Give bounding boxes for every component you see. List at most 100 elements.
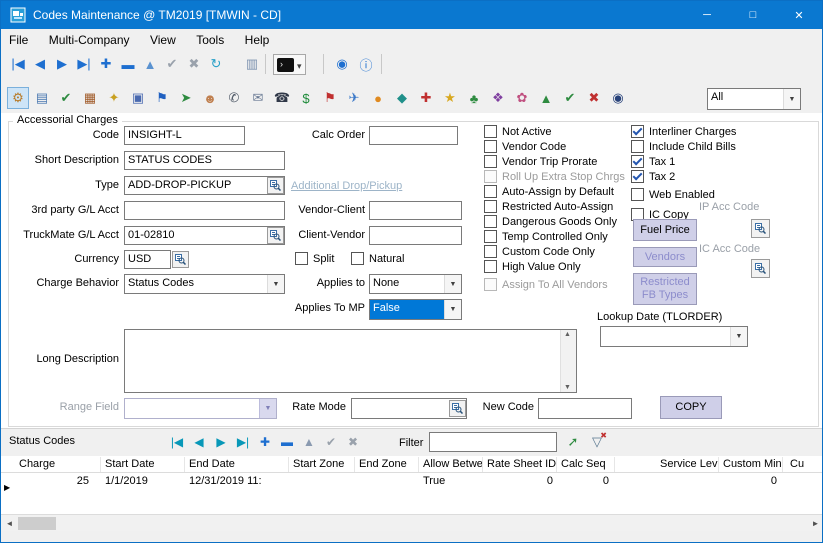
third-party-gl-field[interactable] bbox=[124, 201, 285, 220]
last-record-icon[interactable]: ▶| bbox=[73, 53, 95, 75]
applies-to-select[interactable]: None bbox=[369, 274, 462, 294]
info-icon[interactable]: ⓘ bbox=[355, 53, 377, 75]
dial-icon[interactable]: ✆ bbox=[223, 87, 245, 109]
refresh-icon[interactable]: ↻ bbox=[205, 53, 227, 75]
checkbox-auto-assign-by-default[interactable]: Auto-Assign by Default bbox=[484, 184, 614, 199]
horizontal-scrollbar[interactable] bbox=[1, 514, 823, 531]
clear-filter-icon[interactable]: ▽ ✖ bbox=[587, 432, 607, 452]
checkbox-custom-code-only[interactable]: Custom Code Only bbox=[484, 244, 595, 259]
checkbox-vendor-trip-prorate[interactable]: Vendor Trip Prorate bbox=[484, 154, 597, 169]
star-icon[interactable]: ★ bbox=[439, 87, 461, 109]
checkbox-tax1[interactable]: Tax 1 bbox=[631, 154, 675, 169]
checkbox-dangerous-goods-only[interactable]: Dangerous Goods Only bbox=[484, 214, 617, 229]
column-header-start-zone[interactable]: Start Zone bbox=[289, 457, 355, 473]
club-icon[interactable]: ♣ bbox=[463, 87, 485, 109]
checkbox-interliner-charges[interactable]: Interliner Charges bbox=[631, 124, 736, 139]
lookup-date-select[interactable] bbox=[600, 326, 748, 347]
checkbox-tax2[interactable]: Tax 2 bbox=[631, 169, 675, 184]
nav-first-icon[interactable]: |◀ bbox=[166, 431, 188, 453]
next-record-icon[interactable]: ▶ bbox=[51, 53, 73, 75]
checkbox-restricted-auto-assign[interactable]: Restricted Auto-Assign bbox=[484, 199, 613, 214]
nav-insert-icon[interactable]: ✚ bbox=[254, 431, 276, 453]
checkbox-not-active[interactable]: Not Active bbox=[484, 124, 552, 139]
target-icon[interactable]: ◉ bbox=[607, 87, 629, 109]
user-icon[interactable]: ☻ bbox=[199, 87, 221, 109]
long-description-field[interactable] bbox=[124, 329, 577, 393]
dot-icon[interactable]: ● bbox=[367, 87, 389, 109]
checkbox-web-enabled[interactable]: Web Enabled bbox=[631, 187, 715, 202]
checkbox-natural[interactable]: Natural bbox=[351, 251, 404, 266]
new-code-field[interactable] bbox=[538, 398, 632, 419]
first-record-icon[interactable]: |◀ bbox=[7, 53, 29, 75]
calendar-icon[interactable]: ▦ bbox=[79, 87, 101, 109]
checkbox-split[interactable]: Split bbox=[295, 251, 334, 266]
flower-icon[interactable]: ✿ bbox=[511, 87, 533, 109]
code-field[interactable]: INSIGHT-L bbox=[124, 126, 245, 145]
ic-acc-code-lookup-button[interactable] bbox=[751, 259, 770, 278]
apply-filter-icon[interactable]: ➚ bbox=[563, 432, 583, 452]
cancel-edit-icon[interactable]: ✖ bbox=[183, 53, 205, 75]
menu-file[interactable]: File bbox=[1, 29, 36, 51]
checkbox-include-child-bills[interactable]: Include Child Bills bbox=[631, 139, 736, 154]
column-header-calc-seq[interactable]: Calc Seq bbox=[557, 457, 615, 473]
menu-tools[interactable]: Tools bbox=[188, 29, 232, 51]
column-header-cu[interactable]: Cu bbox=[786, 457, 823, 473]
applies-to-mp-select[interactable]: False bbox=[369, 299, 462, 320]
currency-field[interactable]: USD bbox=[124, 250, 171, 269]
approve-icon[interactable]: ✔ bbox=[55, 87, 77, 109]
nodes-icon[interactable]: ❖ bbox=[487, 87, 509, 109]
restricted-fb-types-button[interactable]: Restricted FB Types bbox=[633, 273, 697, 305]
maintenance-icon[interactable]: ⚙ bbox=[7, 87, 29, 109]
checkbox-vendor-code[interactable]: Vendor Code bbox=[484, 139, 566, 154]
copy-icon[interactable]: ▣ bbox=[127, 87, 149, 109]
check-icon[interactable]: ✔ bbox=[559, 87, 581, 109]
nav-prior-icon[interactable]: ◀ bbox=[188, 431, 210, 453]
post-edit-icon[interactable]: ✔ bbox=[161, 53, 183, 75]
currency-icon[interactable]: $ bbox=[295, 87, 317, 109]
scroll-right-icon[interactable] bbox=[807, 515, 823, 531]
checkbox-high-value-only[interactable]: High Value Only bbox=[484, 259, 581, 274]
nav-delete-icon[interactable]: ▬ bbox=[276, 431, 298, 453]
insert-record-icon[interactable]: ✚ bbox=[95, 53, 117, 75]
menu-multi-company[interactable]: Multi-Company bbox=[41, 29, 138, 51]
x-icon[interactable]: ✖ bbox=[583, 87, 605, 109]
toolbar-filter-select[interactable]: All bbox=[707, 88, 801, 110]
nav-next-icon[interactable]: ▶ bbox=[210, 431, 232, 453]
plane-icon[interactable]: ✈ bbox=[343, 87, 365, 109]
minimize-button[interactable]: ─ bbox=[684, 1, 730, 29]
scroll-left-icon[interactable] bbox=[1, 515, 18, 531]
column-header-end-date[interactable]: End Date bbox=[185, 457, 289, 473]
truckmate-gl-field[interactable]: 01-02810 bbox=[124, 226, 285, 245]
ip-acc-code-lookup-button[interactable] bbox=[751, 219, 770, 238]
checkbox-temp-controlled-only[interactable]: Temp Controlled Only bbox=[484, 229, 608, 244]
phone-icon[interactable]: ☎ bbox=[271, 87, 293, 109]
nav-last-icon[interactable]: ▶| bbox=[232, 431, 254, 453]
range-field-select[interactable] bbox=[124, 398, 277, 419]
column-header-allow-between[interactable]: Allow Betweer bbox=[419, 457, 483, 473]
column-header-charge[interactable]: Charge bbox=[15, 457, 101, 473]
delete-record-icon[interactable]: ▬ bbox=[117, 53, 139, 75]
print-icon[interactable]: ▥ bbox=[241, 53, 263, 75]
triangle-icon[interactable]: ▲ bbox=[535, 87, 557, 109]
column-header-custom-min[interactable]: Custom Min bbox=[719, 457, 783, 473]
command-prompt-dropdown[interactable] bbox=[273, 54, 306, 75]
currency-lookup-button[interactable] bbox=[172, 251, 189, 268]
column-header-end-zone[interactable]: End Zone bbox=[355, 457, 419, 473]
plus-icon[interactable]: ✚ bbox=[415, 87, 437, 109]
nav-edit-icon[interactable]: ▲ bbox=[298, 431, 320, 453]
fuel-price-button[interactable]: Fuel Price bbox=[633, 219, 697, 241]
scrollbar-thumb[interactable] bbox=[18, 517, 56, 530]
close-button[interactable]: ✕ bbox=[776, 1, 822, 29]
column-header-start-date[interactable]: Start Date bbox=[101, 457, 185, 473]
type-lookup-button[interactable] bbox=[267, 177, 284, 194]
column-header-rate-sheet-id[interactable]: Rate Sheet ID bbox=[483, 457, 557, 473]
list-icon[interactable]: ▤ bbox=[31, 87, 53, 109]
prior-record-icon[interactable]: ◀ bbox=[29, 53, 51, 75]
web-icon[interactable]: ◉ bbox=[331, 53, 353, 75]
long-description-scrollbar[interactable] bbox=[560, 330, 576, 392]
vendor-client-field[interactable] bbox=[369, 201, 462, 220]
charge-behavior-select[interactable]: Status Codes bbox=[124, 274, 285, 294]
checkbox-roll-up-extra-stop-chrgs[interactable]: Roll Up Extra Stop Chrgs bbox=[484, 169, 625, 184]
column-header-service-level[interactable]: Service Leve bbox=[656, 457, 719, 473]
sparkle-icon[interactable]: ✦ bbox=[103, 87, 125, 109]
